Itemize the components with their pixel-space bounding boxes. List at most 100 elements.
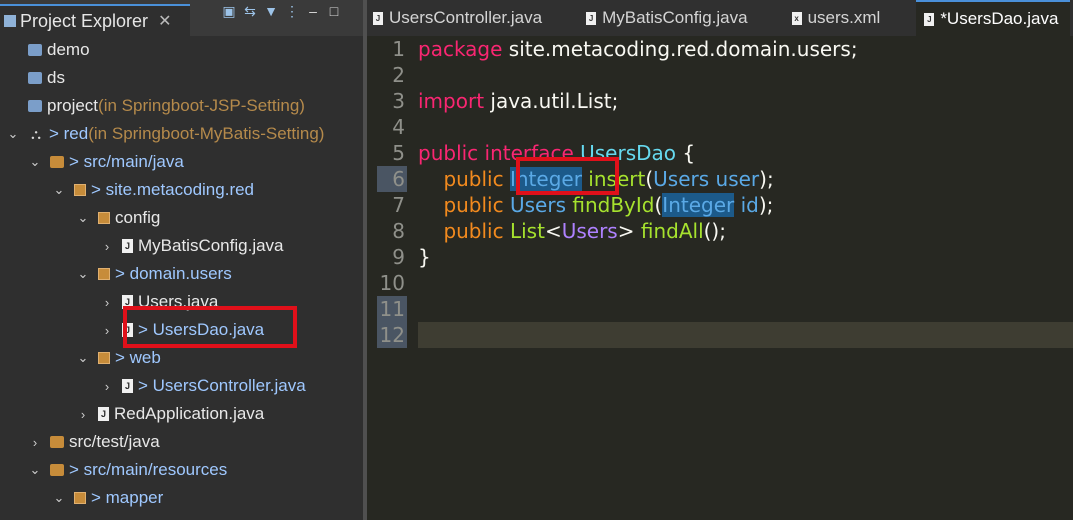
tree-item-label: > site.metacoding.red	[91, 180, 255, 199]
minimize-icon[interactable]: –	[306, 3, 320, 20]
line-number: 1	[392, 37, 405, 61]
tree-item[interactable]: ⌄ > src/main/resources	[0, 456, 363, 484]
tree-item[interactable]: project (in Springboot-JSP-Setting)	[0, 92, 363, 120]
tree-item[interactable]: ⌄ > site.metacoding.red	[0, 176, 363, 204]
tree-item-label: src/test/java	[69, 432, 160, 451]
occurrence-integer: Integer	[662, 193, 735, 217]
tree-item-label: MyBatisConfig.java	[138, 236, 284, 255]
tree-item[interactable]: ⌄ > web	[0, 344, 363, 372]
expand-arrow-icon[interactable]: ⌄	[52, 182, 66, 198]
java-icon: J	[122, 379, 133, 393]
tree-item-label: > web	[115, 348, 161, 367]
code-line-8: public List<Users> findAll();	[443, 219, 726, 243]
project-explorer: Project Explorer ✕ ▣ ⇆ ▼ ⋮ – □ demo ds pro…	[0, 0, 363, 520]
tree-item[interactable]: ⌄ > mapper	[0, 484, 363, 512]
expand-arrow-icon[interactable]: ⌄	[76, 266, 90, 282]
code-line-7: public Users findById(Integer id);	[443, 193, 774, 217]
code-line-12	[418, 322, 1073, 348]
project-explorer-icon	[4, 15, 16, 27]
expand-arrow-icon[interactable]: ⌄	[76, 210, 90, 226]
srcfolder-icon	[50, 156, 64, 168]
editor-tab[interactable]: J *UsersDao.java	[916, 0, 1071, 36]
srcfolder-icon	[50, 464, 64, 476]
expand-arrow-icon[interactable]: ⌄	[28, 462, 42, 478]
editor-tab-label: MyBatisConfig.java	[602, 8, 748, 27]
editor-tab[interactable]: J MyBatisConfig.java	[578, 0, 760, 36]
expand-arrow-icon[interactable]: ⌄	[76, 350, 90, 366]
tree-item[interactable]: ⌄ config	[0, 204, 363, 232]
code-line-9: }	[418, 245, 431, 269]
editor-tabs: J UsersController.java J MyBatisConfig.java…	[367, 0, 1073, 36]
close-icon[interactable]: ✕	[158, 11, 171, 31]
folder-icon	[28, 44, 42, 56]
editor-tab-label: users.xml	[807, 8, 881, 27]
highlight-box-integer	[516, 157, 619, 195]
editor-tab-label: *UsersDao.java	[940, 9, 1059, 28]
tree-item[interactable]: ⌄ > src/main/java	[0, 148, 363, 176]
tree-item-label: ds	[47, 68, 65, 87]
line-number: 11	[377, 296, 407, 322]
tree-item-label: > red	[49, 124, 89, 143]
tree-item-label: > src/main/java	[69, 152, 184, 171]
line-number: 8	[392, 219, 405, 243]
collapse-arrow-icon[interactable]: ›	[100, 379, 114, 394]
editor-tab[interactable]: J UsersController.java	[367, 0, 554, 36]
line-number: 10	[379, 271, 405, 295]
collapse-arrow-icon[interactable]: ›	[100, 323, 114, 338]
code-line-1: package site.metacoding.red.domain.users…	[418, 37, 858, 61]
tree-item[interactable]: › J MyBatisConfig.java	[0, 232, 363, 260]
code-editor: J UsersController.java J MyBatisConfig.java…	[367, 0, 1073, 520]
project-tree: demo ds project (in Springboot-JSP-Setting…	[0, 36, 363, 512]
expand-arrow-icon[interactable]: ⌄	[6, 126, 20, 142]
tree-item-label: RedApplication.java	[114, 404, 265, 423]
collapse-all-icon[interactable]: ▣	[222, 3, 236, 20]
tree-item[interactable]: ds	[0, 64, 363, 92]
tab-project-explorer[interactable]: Project Explorer ✕	[0, 4, 190, 36]
project-icon: ⛬	[31, 125, 41, 142]
line-number: 9	[392, 245, 405, 269]
pkg-icon	[74, 492, 86, 504]
tree-item-label: project	[47, 96, 99, 115]
folder-icon	[28, 72, 42, 84]
tree-item-label: demo	[47, 40, 90, 59]
tree-item[interactable]: › J RedApplication.java	[0, 400, 363, 428]
collapse-arrow-icon[interactable]: ›	[100, 239, 114, 254]
line-number-gutter: 1 2 3 4 5 6 7 8 9 10 11 12	[377, 36, 407, 348]
line-number: 4	[392, 115, 405, 139]
java-icon: J	[122, 239, 133, 253]
java-file-icon: J	[373, 11, 383, 25]
tree-item[interactable]: demo	[0, 36, 363, 64]
java-file-icon: J	[924, 12, 935, 26]
tree-item-label: config	[115, 208, 161, 227]
xml-file-icon: x	[791, 11, 802, 25]
expand-arrow-icon[interactable]: ⌄	[28, 154, 42, 170]
maximize-icon[interactable]: □	[327, 3, 341, 20]
line-number: 2	[392, 63, 405, 87]
tree-item[interactable]: › src/test/java	[0, 428, 363, 456]
line-number: 6	[377, 166, 407, 192]
editor-tab[interactable]: x users.xml	[784, 0, 893, 36]
tree-item-label: > UsersController.java	[138, 376, 306, 395]
code-line-3: import java.util.List;	[418, 89, 619, 113]
collapse-arrow-icon[interactable]: ›	[28, 435, 42, 450]
explorer-title: Project Explorer	[20, 10, 149, 31]
tree-item-suffix: (in Springboot-JSP-Setting)	[98, 96, 305, 115]
expand-arrow-icon[interactable]: ⌄	[52, 490, 66, 506]
java-file-icon: J	[586, 11, 597, 25]
filter-icon[interactable]: ▼	[264, 3, 278, 20]
explorer-header: Project Explorer ✕ ▣ ⇆ ▼ ⋮ – □	[0, 0, 363, 36]
tree-item[interactable]: ⌄ ⛬ > red (in Springboot-MyBatis-Setting)	[0, 120, 363, 148]
line-number: 5	[392, 141, 405, 165]
pkg-icon	[74, 184, 86, 196]
view-menu-icon[interactable]: ⋮	[285, 3, 299, 20]
collapse-arrow-icon[interactable]: ›	[76, 407, 90, 422]
collapse-arrow-icon[interactable]: ›	[100, 295, 114, 310]
tree-item[interactable]: ⌄ > domain.users	[0, 260, 363, 288]
tree-item[interactable]: › J > UsersController.java	[0, 372, 363, 400]
link-editor-icon[interactable]: ⇆	[243, 3, 257, 20]
line-number: 12	[377, 322, 407, 348]
pkg-icon	[98, 352, 110, 364]
folder-icon	[28, 100, 42, 112]
